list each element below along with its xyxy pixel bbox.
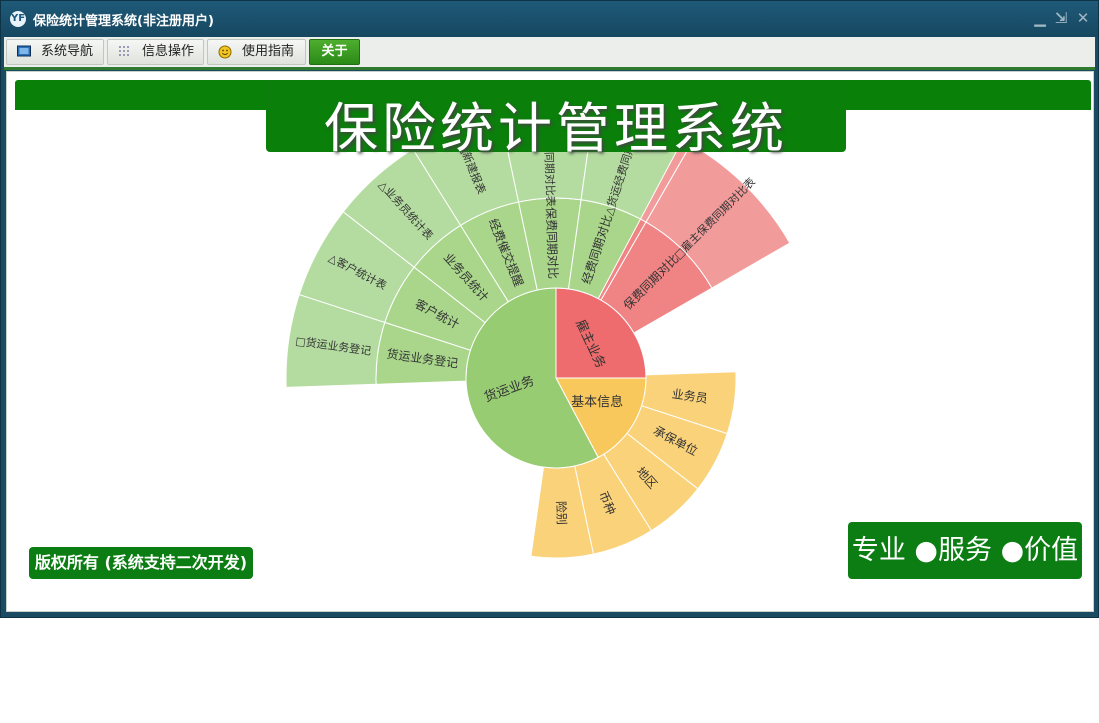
window-title: 保险统计管理系统(非注册用户) (33, 14, 214, 29)
banner-title: 保险统计管理系统 (324, 97, 788, 160)
menu-system-navigation[interactable]: 系统导航 (6, 39, 104, 65)
menu-label: 关于 (321, 44, 348, 59)
segment-label: 险别 (554, 501, 570, 526)
menu-label: 使用指南 (242, 44, 295, 59)
app-logo-icon: YF (10, 11, 26, 27)
menu-user-guide[interactable]: 使用指南 (207, 39, 306, 65)
segment-label: 基本信息 (571, 394, 623, 410)
grid-icon (119, 46, 129, 56)
menu-label: 系统导航 (41, 44, 94, 59)
app-window: YF 保险统计管理系统(非注册用户) ▁ ⇲ ✕ 系统导航 信息操作 使用指南 … (0, 0, 1099, 618)
main-content: 雇主业务基本信息货运业务雇主业务登记保费同期对比业务员承保单位地区币种险别货运业… (6, 71, 1094, 612)
menu-label: 信息操作 (142, 44, 195, 59)
system-banner: 保险统计管理系统 (266, 80, 846, 160)
close-icon[interactable]: ✕ (1074, 9, 1092, 27)
restore-icon[interactable]: ⇲ (1052, 9, 1070, 27)
smiley-icon (218, 45, 232, 59)
copyright-badge: 版权所有 (系统支持二次开发) (29, 547, 253, 579)
menu-info-operations[interactable]: 信息操作 (107, 39, 204, 65)
title-bar[interactable]: YF 保险统计管理系统(非注册用户) ▁ ⇲ ✕ (1, 1, 1098, 37)
menu-about[interactable]: 关于 (309, 39, 360, 65)
menu-bar: 系统导航 信息操作 使用指南 关于 (4, 37, 1095, 70)
segment-label: 保费同期对比 (544, 207, 561, 279)
monitor-icon (17, 45, 31, 57)
minimize-icon[interactable]: ▁ (1031, 9, 1049, 27)
slogan-badge: 专业 ●服务 ●价值 (848, 522, 1082, 579)
